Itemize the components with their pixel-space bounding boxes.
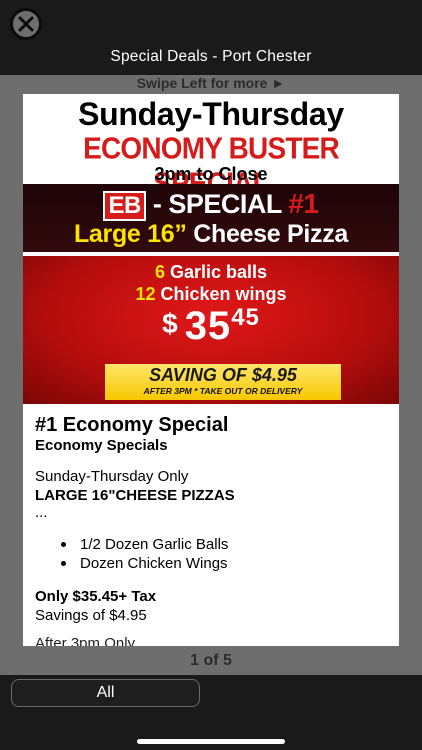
flyer-price-cents: 45 [231, 304, 260, 331]
deal-category: Economy Specials [35, 437, 168, 454]
flyer-wings-qty: 12 [135, 284, 156, 304]
deal-card[interactable]: Sunday-Thursday ECONOMY BUSTER SPECIAL 3… [23, 94, 399, 646]
flyer-wings-line: 12 Chicken wings [23, 284, 399, 305]
eb-badge: EB [103, 191, 146, 221]
page-title: Special Deals - Port Chester [110, 48, 312, 65]
deal-items-list: 1/2 Dozen Garlic Balls Dozen Chicken Win… [61, 535, 387, 573]
list-item: Dozen Chicken Wings [61, 554, 387, 573]
flyer-pizza-line: Large 16” Cheese Pizza [23, 220, 399, 249]
swipe-hint: Swipe Left for more ► [136, 75, 286, 91]
top-bar: Special Deals - Port Chester [0, 0, 422, 75]
flyer-saving-note: AFTER 3PM * TAKE OUT OR DELIVERY [143, 386, 303, 396]
home-indicator[interactable] [137, 739, 285, 744]
flyer-special-text: - SPECIAL [145, 189, 289, 219]
flyer-saving-banner: SAVING OF $4.95 AFTER 3PM * TAKE OUT OR … [105, 364, 341, 400]
bottom-bar: All [0, 675, 422, 750]
list-item: 1/2 Dozen Garlic Balls [61, 535, 387, 554]
deal-description: #1 Economy Special Economy Specials Sund… [23, 404, 399, 646]
flyer-price: $3545 [23, 304, 399, 349]
deal-cut-line: After 3pm Only [35, 635, 136, 646]
flyer-pizza-size: Large 16” [73, 220, 187, 248]
flyer-garlic-qty: 6 [154, 262, 165, 282]
all-button[interactable]: All [11, 679, 200, 707]
deal-savings: Savings of $4.95 [35, 607, 147, 624]
deal-price: Only $35.45+ Tax [35, 588, 157, 605]
flyer-wings-label: Chicken wings [155, 284, 287, 304]
flyer-pizza-type: Cheese Pizza [186, 220, 349, 248]
page-indicator: 1 of 5 [190, 652, 232, 669]
flyer-special-number: #1 [288, 188, 319, 219]
flyer-time: 3pm to Close [154, 164, 268, 184]
deal-ellipsis: ... [35, 504, 48, 521]
flyer-garlic-label: Garlic balls [164, 262, 268, 282]
close-button[interactable] [10, 8, 42, 40]
flyer-price-dollar: $ [162, 308, 179, 339]
flyer-garlic-line: 6 Garlic balls [23, 262, 399, 283]
flyer-saving-text: SAVING OF $4.95 [149, 365, 297, 385]
close-icon [18, 16, 34, 32]
deal-title: #1 Economy Special [35, 414, 229, 436]
deal-line-pizza: LARGE 16"CHEESE PIZZAS [35, 487, 235, 504]
flyer-days: Sunday-Thursday [78, 96, 344, 132]
deal-line-days: Sunday-Thursday Only [35, 468, 189, 485]
promo-flyer-image: Sunday-Thursday ECONOMY BUSTER SPECIAL 3… [23, 94, 399, 404]
flyer-price-main: 35 [184, 304, 232, 348]
flyer-special-line: EB - SPECIAL #1 [23, 188, 399, 221]
